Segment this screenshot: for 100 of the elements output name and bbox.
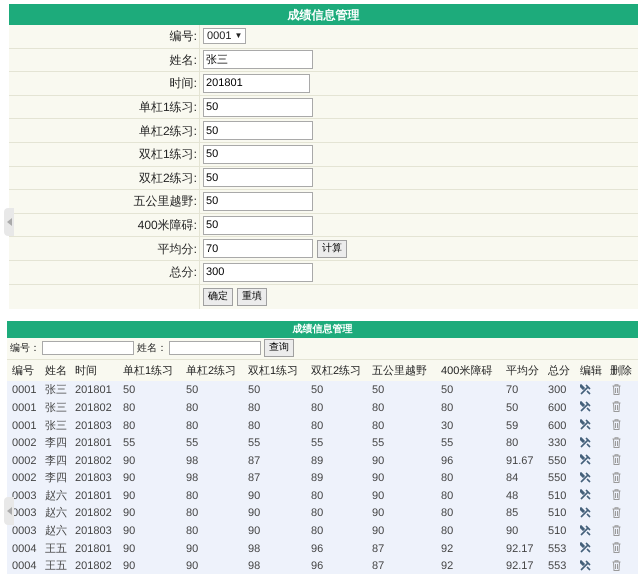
- table-cell: 80: [441, 525, 454, 538]
- reset-button[interactable]: 重填: [237, 288, 267, 306]
- tools-icon[interactable]: [580, 560, 591, 571]
- tools-icon[interactable]: [580, 542, 591, 554]
- tools-icon[interactable]: [580, 472, 591, 483]
- trash-icon[interactable]: [612, 506, 621, 518]
- side-tab[interactable]: [4, 208, 14, 236]
- table-cell: 90: [372, 525, 384, 538]
- calculate-button[interactable]: 计算: [317, 240, 347, 258]
- table-cell: 84: [506, 472, 518, 484]
- table-cell: 50: [506, 402, 518, 414]
- table-cell: 50: [248, 384, 260, 396]
- table-cell: 201801: [75, 490, 112, 502]
- table-cell: 550: [548, 472, 566, 484]
- field-label: 双杠1练习:: [138, 146, 197, 164]
- table-cell: 201802: [75, 454, 112, 467]
- table-cell: 92.17: [506, 560, 534, 572]
- text-field[interactable]: 张三: [203, 50, 313, 70]
- table-cell: 80: [186, 490, 198, 502]
- trash-icon[interactable]: [612, 419, 621, 430]
- text-field[interactable]: 50: [203, 216, 313, 235]
- table-cell: 80: [441, 490, 454, 502]
- field-label: 总分:: [170, 264, 197, 282]
- tools-icon[interactable]: [580, 454, 591, 466]
- table-cell: 96: [311, 542, 324, 555]
- tools-icon[interactable]: [580, 401, 591, 412]
- text-field[interactable]: 50: [203, 98, 313, 117]
- table-cell: 80: [372, 402, 384, 414]
- trash-icon[interactable]: [612, 384, 621, 395]
- search-label: 编号：: [10, 342, 40, 356]
- trash-icon[interactable]: [612, 454, 621, 466]
- tools-icon[interactable]: [580, 436, 591, 448]
- caret-left-icon: [6, 507, 12, 515]
- search-button[interactable]: 查询: [264, 339, 294, 358]
- table-cell: 90: [248, 490, 260, 502]
- table-cell: 201802: [75, 507, 112, 520]
- table-cell: 80: [186, 507, 198, 520]
- table-cell: 510: [548, 525, 566, 538]
- table-cell: 张三: [45, 384, 67, 396]
- table-cell: 90: [372, 472, 384, 484]
- table-cell: 92: [441, 542, 454, 555]
- tools-icon[interactable]: [580, 384, 591, 395]
- trash-icon[interactable]: [612, 401, 621, 412]
- text-field[interactable]: 300: [203, 262, 313, 282]
- trash-icon[interactable]: [612, 560, 621, 571]
- column-header: 平均分: [506, 365, 539, 378]
- table-cell: 90: [123, 507, 136, 520]
- text-field[interactable]: 50: [203, 121, 313, 140]
- table-cell: 80: [311, 525, 324, 538]
- table-cell: 50: [311, 384, 324, 396]
- table-cell: 98: [248, 542, 260, 555]
- table-cell: 李四: [45, 437, 67, 450]
- id-select[interactable]: 0001 ▼: [203, 28, 246, 44]
- trash-icon[interactable]: [612, 489, 621, 500]
- table-cell: 80: [311, 507, 324, 520]
- text-field[interactable]: 50: [203, 144, 313, 164]
- table-cell: 0002: [12, 437, 36, 450]
- table-cell: 0004: [12, 560, 36, 572]
- search-field[interactable]: [42, 341, 134, 356]
- table-cell: 90: [123, 454, 136, 467]
- table-cell: 91.67: [506, 454, 534, 467]
- trash-icon[interactable]: [612, 524, 621, 536]
- table-cell: 90: [506, 525, 518, 538]
- tools-icon[interactable]: [580, 506, 591, 518]
- column-header: 双杠2练习: [311, 365, 362, 378]
- table-cell: 0003: [12, 490, 36, 502]
- tools-icon[interactable]: [580, 419, 591, 430]
- table-cell: 89: [311, 472, 324, 484]
- trash-icon[interactable]: [612, 542, 621, 554]
- table-cell: 80: [186, 402, 198, 414]
- confirm-button[interactable]: 确定: [203, 288, 233, 306]
- table-cell: 90: [123, 490, 136, 502]
- tools-icon[interactable]: [580, 489, 591, 500]
- table-cell: 0001: [12, 402, 36, 414]
- table-cell: 80: [506, 437, 518, 450]
- tools-icon[interactable]: [580, 524, 591, 536]
- table-cell: 550: [548, 454, 566, 467]
- table-cell: 201802: [75, 560, 112, 572]
- table-cell: 90: [248, 525, 260, 538]
- table-cell: 553: [548, 560, 566, 572]
- table-cell: 王五: [45, 560, 67, 572]
- table-cell: 553: [548, 542, 566, 555]
- text-field[interactable]: 70: [203, 239, 313, 258]
- form-title: 成绩信息管理: [9, 4, 638, 25]
- search-field[interactable]: [169, 341, 261, 356]
- field-label: 时间:: [170, 75, 197, 92]
- side-tab[interactable]: [4, 497, 14, 525]
- table-cell: 510: [548, 490, 566, 502]
- column-header: 双杠1练习: [248, 365, 298, 378]
- column-header: 姓名: [45, 365, 67, 378]
- table-cell: 201802: [75, 402, 112, 414]
- trash-icon[interactable]: [612, 436, 621, 448]
- table-cell: 92.17: [506, 542, 534, 555]
- text-field[interactable]: 201801: [203, 74, 310, 93]
- table-cell: 92: [441, 560, 454, 572]
- trash-icon[interactable]: [612, 472, 621, 483]
- table-cell: 0002: [12, 454, 36, 467]
- text-field[interactable]: 50: [203, 192, 313, 211]
- table-cell: 80: [123, 402, 136, 414]
- text-field[interactable]: 50: [203, 168, 313, 188]
